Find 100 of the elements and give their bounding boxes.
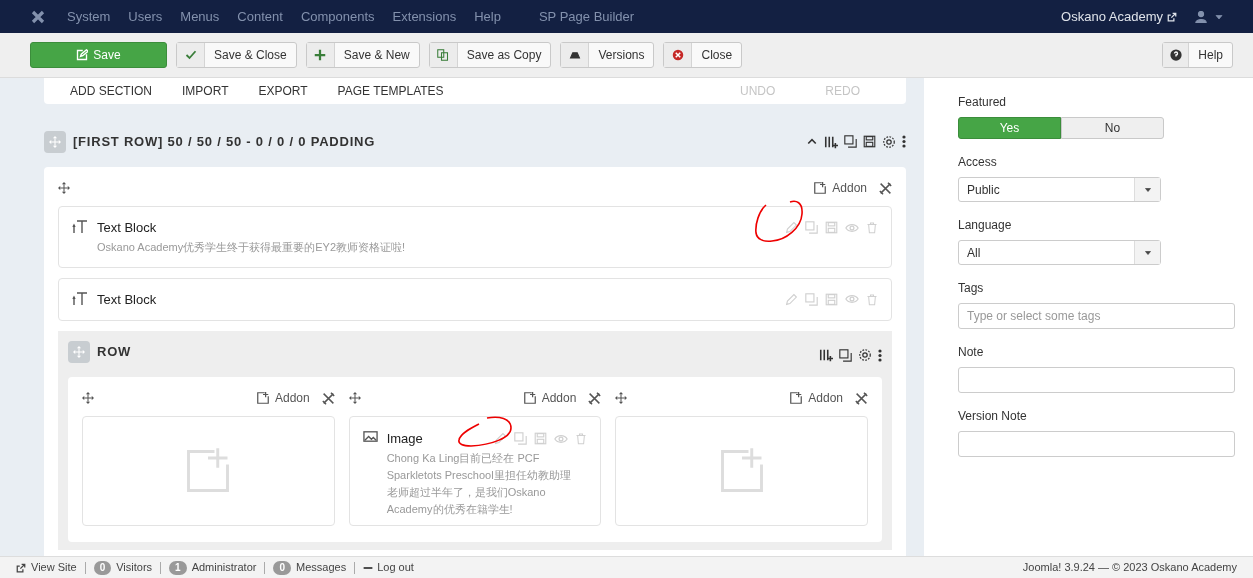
move-icon [615, 392, 628, 404]
caret-icon [1143, 248, 1152, 257]
add-addon-button[interactable]: Addon [522, 389, 577, 407]
add-addon-button[interactable]: Addon [789, 389, 843, 407]
field-label: Tags [958, 280, 985, 297]
field-label: Version Note [958, 408, 1028, 425]
status-link[interactable]: Visitors [116, 559, 153, 576]
empty-column[interactable] [82, 416, 335, 526]
toolbar-button[interactable]: Save & New [305, 42, 420, 68]
toggle-option[interactable]: No [1061, 117, 1164, 139]
count-badge: 0 [93, 560, 112, 575]
field-label: Featured [958, 94, 1008, 111]
builder-action[interactable]: IMPORT [182, 82, 229, 100]
copy-icon [437, 49, 450, 61]
toolbar-button[interactable]: Save & Close [176, 42, 297, 68]
floppy-icon[interactable] [863, 135, 876, 148]
move-icon [348, 392, 361, 404]
status-link[interactable]: View Site [31, 559, 77, 576]
trash-icon[interactable] [866, 221, 878, 235]
addon-title: Text Block [97, 290, 157, 309]
select-field[interactable]: Public [958, 177, 1161, 202]
builder-action[interactable]: PAGE TEMPLATES [337, 82, 444, 100]
status-link[interactable]: Messages [296, 559, 347, 576]
text-icon [72, 289, 88, 306]
addon-card[interactable]: Text Block [58, 277, 892, 321]
count-badge: 1 [169, 560, 187, 575]
add-icon [789, 391, 804, 405]
menu-item[interactable]: Content [237, 6, 283, 27]
settings-icon[interactable] [882, 134, 896, 149]
columns-icon[interactable] [819, 348, 833, 362]
addon-card[interactable]: Text Block Oskano Academy优秀学生终于获得最重要的EY2教师资格证啦! [58, 206, 892, 268]
count-badge: 0 [273, 560, 291, 575]
input-field[interactable] [958, 431, 1235, 457]
addon-title: Text Block [97, 219, 157, 237]
settings-icon[interactable] [858, 348, 872, 362]
builder-action[interactable]: EXPORT [258, 82, 308, 100]
pencil-icon[interactable] [494, 432, 508, 446]
toolbar-button[interactable]: Save as Copy [428, 42, 552, 68]
trash-icon[interactable] [575, 432, 588, 446]
caret-icon [1143, 185, 1152, 194]
add-icon [522, 391, 537, 405]
caret-icon [1215, 12, 1223, 21]
move-icon [49, 135, 61, 148]
user-icon[interactable] [1195, 10, 1207, 23]
check-icon [184, 49, 197, 61]
empty-column[interactable] [615, 416, 868, 526]
status-link[interactable]: Log out [377, 559, 414, 576]
toolbar-button[interactable]: Versions [560, 42, 655, 68]
move-handle[interactable] [44, 130, 66, 153]
menu-item[interactable]: Users [128, 6, 163, 27]
field-label: Language [958, 217, 1013, 234]
external-link-icon [1167, 11, 1177, 22]
tools-icon[interactable] [855, 391, 868, 405]
add-addon-button[interactable]: Addon [255, 389, 310, 407]
toolbar-button[interactable]: Close [663, 42, 743, 68]
tools-icon[interactable] [879, 181, 892, 195]
pencil-icon[interactable] [785, 221, 798, 235]
archive-icon [568, 49, 581, 61]
status-link[interactable]: Administrator [191, 559, 257, 576]
menu-item[interactable]: System [67, 6, 111, 27]
menu-item[interactable]: Components [300, 6, 375, 27]
trash-icon[interactable] [866, 292, 878, 306]
tools-icon[interactable] [588, 391, 602, 405]
duplicate-icon[interactable] [844, 135, 857, 148]
menu-item[interactable]: Extensions [392, 6, 457, 27]
columns-icon[interactable] [824, 134, 838, 149]
move-handle[interactable] [68, 341, 90, 363]
duplicate-icon[interactable] [839, 348, 852, 362]
add-icon [255, 391, 270, 405]
more-icon[interactable] [878, 348, 882, 362]
external-link-icon [16, 562, 26, 573]
joomla-logo-icon [30, 8, 46, 25]
row-title: ROW [97, 343, 132, 362]
input-field[interactable]: Type or select some tags [958, 303, 1235, 329]
input-field[interactable] [958, 367, 1235, 393]
addon-description: Oskano Academy优秀学生终于获得最重要的EY2教师资格证啦! [97, 239, 407, 255]
field-label: Access [958, 154, 998, 171]
move-icon [58, 182, 70, 194]
help-button[interactable]: Help [1162, 42, 1233, 68]
builder-action[interactable]: ADD SECTION [70, 82, 152, 100]
more-icon[interactable] [902, 135, 906, 148]
add-addon-button[interactable]: Addon [813, 179, 867, 197]
select-field[interactable]: All [958, 240, 1161, 265]
close-icon [672, 49, 684, 61]
site-link[interactable]: Oskano Academy [1061, 6, 1163, 27]
addon-title: Image [386, 430, 423, 448]
move-icon [82, 392, 94, 404]
field-label: Note [958, 344, 985, 361]
menu-item[interactable]: SP Page Builder [538, 6, 635, 27]
addon-description: Chong Ka Ling目前已经在 PCF Sparkletots Preschool里担任幼教助理老师超过半年了，是我们Oskano Academy的优秀在籍学生! [386, 450, 572, 517]
copyright-text: Joomla! 3.9.24 — © 2023 Oskano Academy [1022, 560, 1237, 576]
menu-item[interactable]: Menus [180, 6, 220, 27]
image-icon [362, 429, 378, 444]
menu-item[interactable]: Help [474, 6, 501, 27]
text-icon [72, 218, 88, 234]
plus-icon [314, 49, 327, 61]
add-icon [813, 181, 828, 195]
move-icon [73, 346, 85, 358]
addon-card[interactable]: Image Chong Ka Ling目前已经在 PCF Sparkletots Preschool里担任幼教助理老师超过半年了，是我们Oskano Academy的优秀在籍学生! [348, 416, 602, 526]
tools-icon[interactable] [321, 391, 335, 405]
